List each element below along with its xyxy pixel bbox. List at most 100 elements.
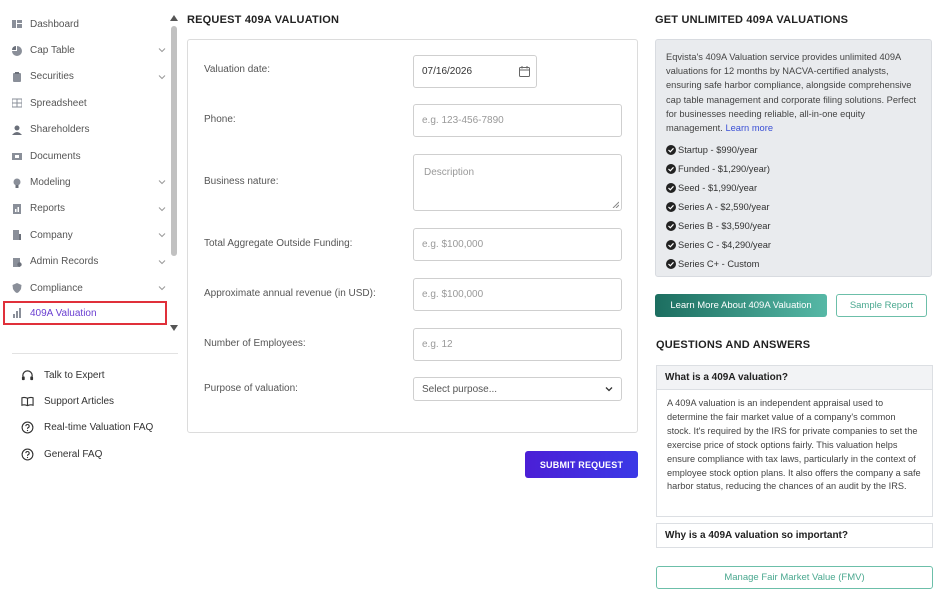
chevron-down-icon bbox=[605, 387, 613, 392]
check-circle-icon bbox=[666, 220, 676, 231]
business-nature-label: Business nature: bbox=[204, 176, 279, 187]
sidebar-divider bbox=[12, 353, 178, 354]
sidebar-item-label: Cap Table bbox=[30, 45, 75, 57]
sidebar-item-dashboard[interactable]: Dashboard bbox=[0, 11, 172, 37]
sidebar-scrollbar[interactable] bbox=[170, 14, 178, 332]
help-item-label: Talk to Expert bbox=[44, 369, 105, 381]
employees-label: Number of Employees: bbox=[204, 338, 306, 349]
business-nature-textarea[interactable]: Description bbox=[413, 154, 622, 211]
chevron-down-icon[interactable] bbox=[158, 258, 166, 266]
check-circle-icon bbox=[666, 258, 676, 269]
plan-label: Funded - $1,290/year) bbox=[678, 163, 770, 174]
sidebar-item-label: Compliance bbox=[30, 282, 83, 294]
sidebar-item-label: Dashboard bbox=[30, 18, 79, 30]
help-item-label: General FAQ bbox=[44, 448, 103, 460]
sidebar-item-company[interactable]: Company bbox=[0, 222, 172, 248]
sample-report-button[interactable]: Sample Report bbox=[836, 294, 927, 317]
plan-item: Startup - $990/year bbox=[666, 140, 921, 159]
chevron-down-icon[interactable] bbox=[158, 73, 166, 81]
chevron-down-icon[interactable] bbox=[158, 205, 166, 213]
promo-description: Eqvista's 409A Valuation service provide… bbox=[666, 50, 921, 135]
plan-label: Series C+ - Custom bbox=[678, 258, 760, 269]
faq-question-what-is-409a[interactable]: What is a 409A valuation? bbox=[656, 365, 933, 390]
calendar-icon[interactable] bbox=[519, 66, 530, 77]
promo-description-text: Eqvista's 409A Valuation service provide… bbox=[666, 52, 917, 134]
sidebar: Dashboard Cap Table Securities Spreadshe… bbox=[0, 0, 180, 594]
employees-input[interactable]: e.g. 12 bbox=[413, 328, 622, 361]
sidebar-item-409a-valuation[interactable]: 409A Valuation bbox=[3, 301, 167, 326]
revenue-label: Approximate annual revenue (in USD): bbox=[204, 288, 376, 299]
plan-item: Series B - $3,590/year bbox=[666, 216, 921, 235]
pie-chart-icon bbox=[12, 45, 22, 56]
scroll-up-icon[interactable] bbox=[170, 14, 178, 22]
learn-more-409a-button[interactable]: Learn More About 409A Valuation bbox=[655, 294, 827, 317]
question-circle-icon bbox=[20, 447, 34, 461]
shield-icon bbox=[12, 283, 22, 294]
valuation-date-input[interactable]: 07/16/2026 bbox=[413, 55, 537, 88]
funding-input[interactable]: e.g. $100,000 bbox=[413, 228, 622, 261]
check-circle-icon bbox=[666, 201, 676, 212]
scroll-down-icon[interactable] bbox=[170, 324, 178, 332]
scroll-thumb[interactable] bbox=[171, 26, 177, 256]
realtime-valuation-faq-link[interactable]: Real-time Valuation FAQ bbox=[20, 415, 180, 441]
sidebar-item-reports[interactable]: Reports bbox=[0, 196, 172, 222]
book-icon bbox=[20, 395, 34, 409]
spreadsheet-icon bbox=[12, 98, 22, 108]
chart-icon bbox=[12, 308, 22, 319]
form-title: REQUEST 409A VALUATION bbox=[187, 14, 340, 26]
sidebar-item-cap-table[interactable]: Cap Table bbox=[0, 37, 172, 63]
business-nature-placeholder: Description bbox=[424, 167, 475, 178]
support-articles-link[interactable]: Support Articles bbox=[20, 388, 180, 414]
sidebar-item-label: Admin Records bbox=[30, 256, 99, 268]
sidebar-item-label: Modeling bbox=[30, 177, 71, 189]
question-circle-icon bbox=[20, 421, 34, 435]
sidebar-item-label: Shareholders bbox=[30, 124, 90, 136]
user-icon bbox=[12, 125, 22, 135]
phone-input[interactable]: e.g. 123-456-7890 bbox=[413, 104, 622, 137]
purpose-selected: Select purpose... bbox=[422, 383, 498, 395]
resize-handle-icon[interactable] bbox=[612, 201, 619, 208]
sidebar-item-compliance[interactable]: Compliance bbox=[0, 275, 172, 301]
funding-placeholder: e.g. $100,000 bbox=[422, 239, 484, 250]
revenue-placeholder: e.g. $100,000 bbox=[422, 289, 484, 300]
sidebar-item-spreadsheet[interactable]: Spreadsheet bbox=[0, 90, 172, 116]
plan-item: Series C+ - Custom bbox=[666, 254, 921, 273]
funding-label: Total Aggregate Outside Funding: bbox=[204, 238, 353, 249]
valuation-request-form: Valuation date: 07/16/2026 Phone: e.g. 1… bbox=[187, 39, 638, 433]
building-icon bbox=[12, 230, 22, 241]
faq-question-why-important[interactable]: Why is a 409A valuation so important? bbox=[656, 523, 933, 548]
chevron-down-icon[interactable] bbox=[158, 284, 166, 292]
dashboard-icon bbox=[12, 19, 22, 29]
chevron-down-icon[interactable] bbox=[158, 46, 166, 54]
report-icon bbox=[12, 203, 22, 214]
sidebar-item-label: Spreadsheet bbox=[30, 97, 87, 109]
headset-icon bbox=[20, 368, 34, 382]
purpose-select[interactable]: Select purpose... bbox=[413, 377, 622, 401]
general-faq-link[interactable]: General FAQ bbox=[20, 441, 180, 467]
chevron-down-icon[interactable] bbox=[158, 231, 166, 239]
sidebar-item-shareholders[interactable]: Shareholders bbox=[0, 117, 172, 143]
sidebar-item-securities[interactable]: Securities bbox=[0, 64, 172, 90]
manage-fmv-button[interactable]: Manage Fair Market Value (FMV) bbox=[656, 566, 933, 589]
folder-icon bbox=[12, 151, 22, 161]
faq-answer-what-is-409a: A 409A valuation is an independent appra… bbox=[656, 390, 933, 517]
plan-label: Series C - $4,290/year bbox=[678, 239, 772, 250]
plan-label: Seed - $1,990/year bbox=[678, 182, 758, 193]
sidebar-item-label: 409A Valuation bbox=[30, 307, 97, 319]
sidebar-item-admin-records[interactable]: Admin Records bbox=[0, 249, 172, 275]
sidebar-item-documents[interactable]: Documents bbox=[0, 143, 172, 169]
valuation-date-value: 07/16/2026 bbox=[422, 66, 473, 77]
sidebar-item-label: Company bbox=[30, 229, 73, 241]
revenue-input[interactable]: e.g. $100,000 bbox=[413, 278, 622, 311]
learn-more-link[interactable]: Learn more bbox=[725, 123, 773, 133]
submit-request-button[interactable]: SUBMIT REQUEST bbox=[525, 451, 638, 478]
plan-label: Series A - $2,590/year bbox=[678, 201, 770, 212]
sidebar-item-modeling[interactable]: Modeling bbox=[0, 169, 172, 195]
lightbulb-icon bbox=[12, 178, 22, 188]
phone-placeholder: e.g. 123-456-7890 bbox=[422, 115, 504, 126]
chevron-down-icon[interactable] bbox=[158, 178, 166, 186]
help-item-label: Support Articles bbox=[44, 396, 115, 408]
sidebar-item-label: Reports bbox=[30, 203, 66, 215]
admin-icon bbox=[12, 257, 22, 267]
talk-to-expert-link[interactable]: Talk to Expert bbox=[20, 362, 180, 388]
